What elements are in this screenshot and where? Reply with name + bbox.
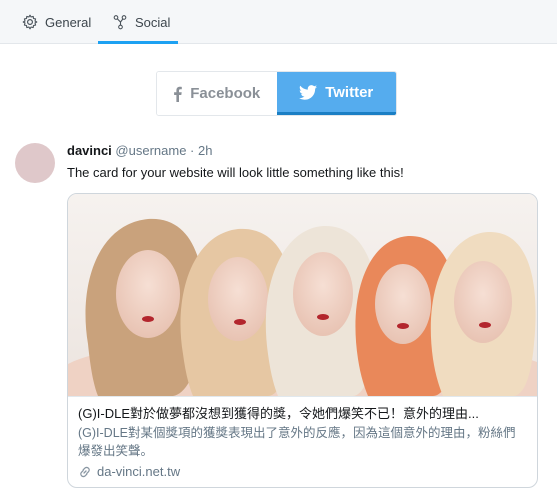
tab-social[interactable]: Social bbox=[98, 0, 178, 44]
link-preview-card[interactable]: (G)I-DLE對於做夢都沒想到獲得的獎，令她們爆笑不已！意外的理由... (G… bbox=[67, 193, 538, 488]
avatar bbox=[15, 143, 55, 183]
gear-icon bbox=[22, 14, 38, 30]
card-title: (G)I-DLE對於做夢都沒想到獲得的獎，令她們爆笑不已！意外的理由... bbox=[78, 406, 479, 421]
twitter-label: Twitter bbox=[325, 83, 374, 101]
card-link[interactable]: da-vinci.net.tw bbox=[78, 464, 527, 479]
twitter-bird-icon bbox=[299, 84, 318, 100]
facebook-label: Facebook bbox=[190, 85, 261, 102]
facebook-preview-button[interactable]: Facebook bbox=[157, 72, 277, 115]
active-tab-indicator bbox=[98, 41, 178, 44]
display-name: davinci bbox=[67, 143, 112, 158]
card-image bbox=[68, 194, 537, 396]
twitter-preview-button[interactable]: Twitter bbox=[276, 72, 396, 115]
facebook-icon bbox=[173, 86, 183, 102]
tweet-text: The card for your website will look litt… bbox=[67, 165, 404, 180]
tab-general[interactable]: General bbox=[22, 0, 91, 44]
card-link-url: da-vinci.net.tw bbox=[97, 464, 181, 479]
link-icon bbox=[78, 465, 92, 479]
card-body: (G)I-DLE對於做夢都沒想到獲得的獎，令她們爆笑不已！意外的理由... (G… bbox=[68, 396, 537, 487]
preview-platform-switcher: Facebook Twitter bbox=[156, 71, 397, 116]
card-description: (G)I-DLE對某個獎項的獲獎表現出了意外的反應，因為這個意外的理由，粉絲們爆… bbox=[78, 426, 516, 458]
settings-tab-bar: General Social bbox=[0, 0, 557, 44]
share-nodes-icon bbox=[112, 14, 128, 30]
tweet-meta: @username · 2h bbox=[115, 143, 213, 158]
tweet-header: davinci @username · 2h bbox=[67, 143, 212, 158]
tab-general-label: General bbox=[45, 14, 92, 30]
tab-social-label: Social bbox=[135, 14, 171, 30]
